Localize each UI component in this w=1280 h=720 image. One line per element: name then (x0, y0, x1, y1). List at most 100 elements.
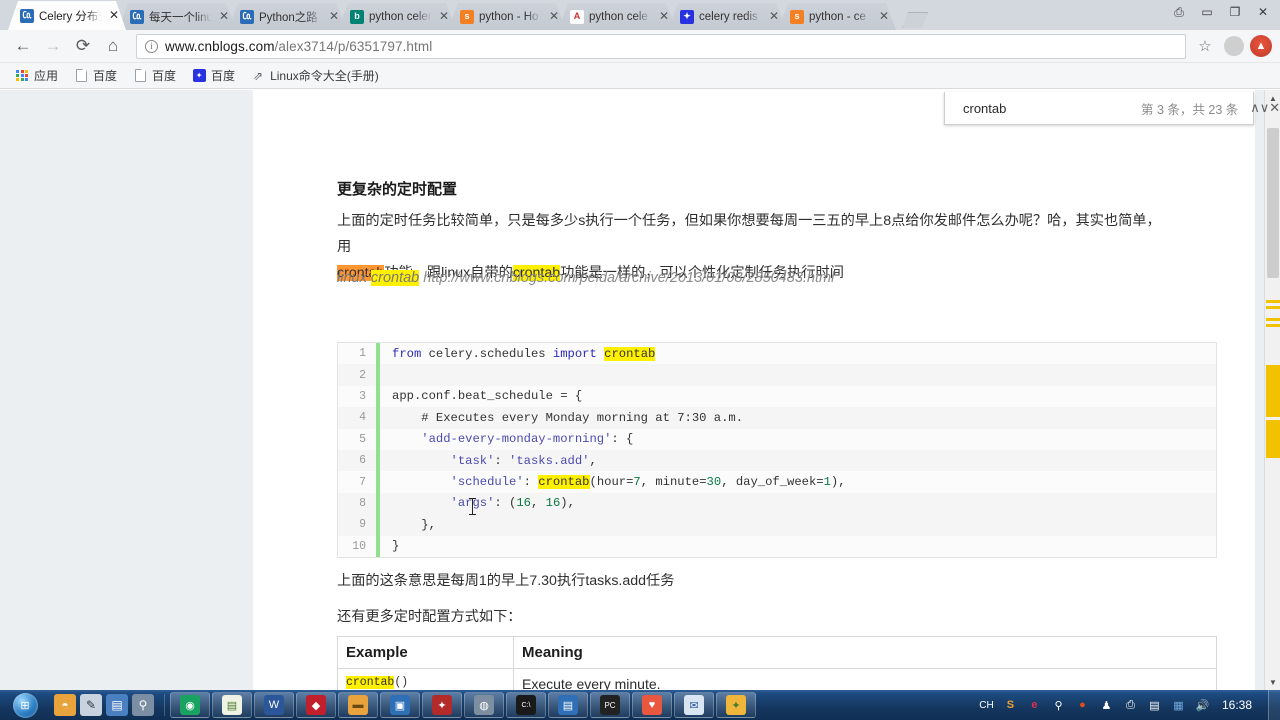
tool-task-button[interactable]: ◍ (464, 692, 504, 718)
forward-icon[interactable]: → (38, 31, 68, 61)
external-link-line[interactable]: linux crontab http://www.cnblogs.com/pei… (337, 270, 834, 286)
media-player-icon[interactable]: ◓ (54, 694, 76, 716)
code-text: 'add-every-monday-morning': { (421, 432, 634, 447)
code-line: 8 'args': (16, 16), (338, 492, 1216, 515)
scrollbar-thumb[interactable] (1267, 128, 1279, 278)
tools-icon[interactable]: ⚲ (132, 694, 154, 716)
link-prefix: linux (337, 270, 371, 286)
browser-tab-7[interactable]: s python - ce ✕ (778, 3, 896, 30)
ime-indicator[interactable]: CH (978, 697, 995, 714)
find-match-count: 第 3 条，共 23 条 (1141, 102, 1239, 117)
column-header-meaning: Meaning (513, 636, 1217, 669)
paw-icon: ✦ (680, 10, 694, 24)
redis-task-button[interactable]: ✦ (422, 692, 462, 718)
find-previous-icon[interactable]: ∧ (1250, 95, 1260, 121)
find-tick-mark (1266, 420, 1280, 458)
bookmark-apps[interactable]: 应用 (8, 65, 65, 86)
bookmarks-bar: 应用 百度 百度 ✦ 百度 ⇗ Linux命令大全(手册) (0, 63, 1280, 89)
cmd-task-button[interactable]: C:\ (506, 692, 546, 718)
scroll-down-icon[interactable]: ▼ (1265, 674, 1280, 690)
code-text: 'task': 'tasks.add', (450, 453, 597, 468)
tab-close-icon[interactable]: ✕ (768, 11, 780, 23)
browser-tab-6[interactable]: ✦ celery redis ✕ (668, 3, 786, 30)
bookmark-label: 百度 (211, 69, 236, 83)
browser-tab-0[interactable]: ㏇ Celery 分布式 ✕ (8, 1, 126, 30)
monitor-icon[interactable]: ▤ (1146, 697, 1163, 714)
circle-tray-icon[interactable]: ● (1074, 697, 1091, 714)
extension-circle-icon[interactable] (1224, 36, 1244, 56)
outlook-task-button[interactable]: ✉ (674, 692, 714, 718)
find-input[interactable] (961, 99, 1141, 117)
youdao-icon[interactable]: e (1026, 697, 1043, 714)
pycharm-task-button[interactable]: PC (590, 692, 630, 718)
tools-tray-icon[interactable]: ⚲ (1050, 697, 1067, 714)
bookmark-star-icon[interactable]: ☆ (1192, 33, 1218, 59)
tab-close-icon[interactable]: ✕ (108, 10, 120, 22)
back-icon[interactable]: ← (8, 31, 38, 61)
chrome-task-button[interactable]: ◉ (170, 692, 210, 718)
find-next-icon[interactable]: ∨ (1260, 95, 1270, 121)
profile-avatar[interactable]: ▲ (1250, 35, 1272, 57)
reload-icon[interactable]: ⟳ (68, 31, 98, 61)
find-close-icon[interactable]: ✕ (1269, 95, 1280, 121)
outlook-icon: ✉ (684, 695, 704, 715)
notepad-task-button[interactable]: ▤ (212, 692, 252, 718)
tab-close-icon[interactable]: ✕ (438, 11, 450, 23)
close-window-icon[interactable]: ✕ (1250, 2, 1276, 22)
browser-tab-3[interactable]: b python celer ✕ (338, 3, 456, 30)
cell-example: crontab() (337, 668, 514, 690)
browser-tab-4[interactable]: s python - Ho ✕ (448, 3, 566, 30)
security-task-button[interactable]: ♥ (632, 692, 672, 718)
site-info-icon[interactable]: i (145, 39, 158, 53)
taskbar-clock[interactable]: 16:38 (1218, 698, 1260, 712)
code-line: 4 # Executes every Monday morning at 7:3… (338, 407, 1216, 429)
bookmark-baidu-1[interactable]: 百度 (67, 65, 124, 86)
tab-title: python celer (369, 10, 432, 23)
browser-tab-5[interactable]: A python cele ✕ (558, 3, 676, 30)
tab-close-icon[interactable]: ✕ (328, 11, 340, 23)
new-tab-button[interactable] (902, 12, 928, 28)
code-text: } (392, 539, 400, 554)
network-share-icon[interactable]: ⎙ (1122, 697, 1139, 714)
tab-close-icon[interactable]: ✕ (878, 11, 890, 23)
display-icon[interactable]: ▦ (1170, 697, 1187, 714)
bookmark-baidu-2[interactable]: 百度 (126, 65, 183, 86)
tab-close-icon[interactable]: ✕ (658, 11, 670, 23)
qq-penguin-icon[interactable]: ♟ (1098, 697, 1115, 714)
app-task-button[interactable]: ▣ (380, 692, 420, 718)
paragraph-more: 还有更多定时配置方式如下： (337, 609, 522, 625)
sogou-icon[interactable]: S (1002, 697, 1019, 714)
volume-icon[interactable]: 🔊 (1194, 697, 1211, 714)
code-text: # Executes every Monday morning at 7:30 … (392, 410, 744, 425)
cnblogs-icon: ㏇ (130, 10, 144, 24)
save-icon[interactable]: ▤ (106, 694, 128, 716)
start-button[interactable]: ⊞ (2, 691, 48, 719)
tab-close-icon[interactable]: ✕ (218, 11, 230, 23)
crontab-examples-table: Example Meaning crontab() Execute every … (337, 636, 1217, 690)
acrobat-icon: A (570, 10, 584, 24)
show-desktop-button[interactable] (1268, 690, 1280, 720)
cmd2-task-button[interactable]: ▤ (548, 692, 588, 718)
foxit-task-button[interactable]: ◆ (296, 692, 336, 718)
cell-example-rest: () (394, 676, 409, 689)
foxit-icon: ◆ (306, 695, 326, 715)
tab-close-icon[interactable]: ✕ (548, 11, 560, 23)
bookmark-baidu-3[interactable]: ✦ 百度 (185, 65, 242, 86)
address-bar[interactable]: i www.cnblogs.com/alex3714/p/6351797.htm… (136, 33, 1186, 59)
url-path: /alex3714/p/6351797.html (274, 38, 433, 54)
find-tick-mark (1266, 318, 1280, 321)
explorer-task-button[interactable]: ▬ (338, 692, 378, 718)
page-scrollbar[interactable]: ▲ ▼ (1264, 90, 1280, 690)
word-task-button[interactable]: W (254, 692, 294, 718)
minimize-icon[interactable]: ▭ (1194, 2, 1220, 22)
editor-task-button[interactable]: ✦ (716, 692, 756, 718)
page-viewport: 更复杂的定时配置 上面的定时任务比较简单，只是每多少s执行一个任务，但如果你想要… (0, 90, 1280, 690)
paint-icon[interactable]: ✎ (80, 694, 102, 716)
minimize-to-tray-icon[interactable]: ⎙ (1166, 2, 1192, 22)
bookmark-linux-manual[interactable]: ⇗ Linux命令大全(手册) (244, 65, 386, 86)
browser-tab-1[interactable]: ㏇ 每天一个linu ✕ (118, 3, 236, 30)
home-icon[interactable]: ⌂ (98, 31, 128, 61)
maximize-icon[interactable]: ❐ (1222, 2, 1248, 22)
browser-tab-2[interactable]: ㏇ Python之路 [ ✕ (228, 3, 346, 30)
chrome-icon: ◉ (180, 695, 200, 715)
